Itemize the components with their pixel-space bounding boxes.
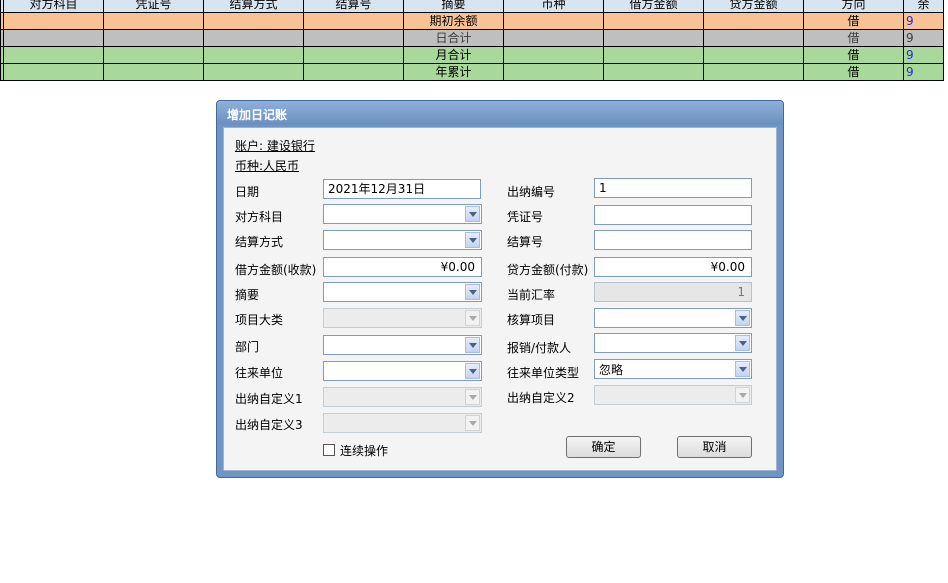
credit-amount-field[interactable]: ¥0.00 xyxy=(594,257,752,277)
payee-label: 报销/付款人 xyxy=(507,341,572,355)
date-field[interactable]: 2021年12月31日 xyxy=(323,179,481,199)
debit-label: 借方金额(收款) xyxy=(235,263,317,277)
chevron-down-icon[interactable] xyxy=(465,232,480,248)
dept-combo[interactable] xyxy=(323,335,482,355)
dept-label: 部门 xyxy=(235,340,260,354)
summary-label: 摘要 xyxy=(235,288,260,302)
row-summary: 日合计 xyxy=(403,29,504,47)
custom1-combo xyxy=(323,387,482,407)
settle-method-label: 结算方式 xyxy=(235,235,284,249)
payee-combo[interactable] xyxy=(594,333,752,353)
continuous-label: 连续操作 xyxy=(340,444,389,458)
dialog-body: 账户: 建设银行 币种:人民币 日期 2021年12月31日 对方科目 结算方式… xyxy=(223,127,777,471)
col-header: 方向 xyxy=(803,0,904,13)
summary-combo[interactable] xyxy=(323,282,482,302)
partner-label: 往来单位 xyxy=(235,366,284,380)
chevron-down-icon[interactable] xyxy=(465,337,480,353)
table-row[interactable]: 日合计 借 9 xyxy=(0,29,944,47)
custom3-combo xyxy=(323,413,482,433)
cashier-no-field[interactable]: 1 xyxy=(594,178,752,198)
voucher-no-field[interactable] xyxy=(594,205,752,225)
col-header: 摘要 xyxy=(403,0,504,13)
debit-amount-field[interactable]: ¥0.00 xyxy=(323,257,482,277)
col-header: 结算号 xyxy=(303,0,404,13)
row-direction: 借 xyxy=(803,29,904,47)
row-direction: 借 xyxy=(803,63,904,81)
custom2-label: 出纳自定义2 xyxy=(507,391,575,405)
rate-field: 1 xyxy=(594,282,752,302)
col-header: 对方科目 xyxy=(3,0,104,13)
col-header: 结算方式 xyxy=(203,0,304,13)
date-label: 日期 xyxy=(235,185,260,199)
accounting-item-combo[interactable] xyxy=(594,308,752,328)
continuous-checkbox[interactable] xyxy=(323,444,335,456)
col-header: 贷方金额 xyxy=(703,0,804,13)
col-header: 余 xyxy=(903,0,944,13)
table-row[interactable]: 月合计 借 9 xyxy=(0,46,944,64)
table-row[interactable]: 年累计 借 9 xyxy=(0,63,944,81)
row-summary: 期初余额 xyxy=(403,12,504,30)
chevron-down-icon xyxy=(465,389,480,405)
row-balance: 9 xyxy=(903,46,944,64)
custom3-label: 出纳自定义3 xyxy=(235,418,303,432)
counter-subject-label: 对方科目 xyxy=(235,210,284,224)
chevron-down-icon[interactable] xyxy=(465,284,480,300)
chevron-down-icon[interactable] xyxy=(735,361,750,377)
ledger-table: 对方科目 凭证号 结算方式 结算号 摘要 币种 借方金额 贷方金额 方向 余 期… xyxy=(0,0,944,81)
settle-method-combo[interactable] xyxy=(323,230,482,250)
col-header: 借方金额 xyxy=(603,0,704,13)
counter-subject-combo[interactable] xyxy=(323,204,482,224)
ok-button[interactable]: 确定 xyxy=(566,436,641,458)
rate-label: 当前汇率 xyxy=(507,288,556,302)
project-class-combo xyxy=(323,308,482,328)
chevron-down-icon xyxy=(465,310,480,326)
chevron-down-icon[interactable] xyxy=(735,310,750,326)
custom2-combo xyxy=(594,385,752,405)
row-summary: 年累计 xyxy=(403,63,504,81)
settle-no-field[interactable] xyxy=(594,230,752,250)
table-row[interactable]: 期初余额 借 9 xyxy=(0,12,944,30)
project-class-label: 项目大类 xyxy=(235,313,284,327)
partner-combo[interactable] xyxy=(323,361,482,381)
col-header: 币种 xyxy=(503,0,604,13)
row-balance: 9 xyxy=(903,12,944,30)
add-journal-dialog: 增加日记账 账户: 建设银行 币种:人民币 日期 2021年12月31日 对方科… xyxy=(216,100,784,478)
chevron-down-icon[interactable] xyxy=(735,335,750,351)
voucher-no-label: 凭证号 xyxy=(507,210,544,224)
chevron-down-icon[interactable] xyxy=(465,206,480,222)
cashier-no-label: 出纳编号 xyxy=(507,185,556,199)
account-label: 账户: 建设银行 xyxy=(235,139,315,153)
ledger-header-row: 对方科目 凭证号 结算方式 结算号 摘要 币种 借方金额 贷方金额 方向 余 xyxy=(0,0,944,13)
cancel-button[interactable]: 取消 xyxy=(677,436,752,458)
chevron-down-icon xyxy=(735,387,750,403)
chevron-down-icon xyxy=(465,415,480,431)
row-summary: 月合计 xyxy=(403,46,504,64)
custom1-label: 出纳自定义1 xyxy=(235,392,303,406)
row-balance: 9 xyxy=(903,63,944,81)
row-direction: 借 xyxy=(803,12,904,30)
chevron-down-icon[interactable] xyxy=(465,363,480,379)
dialog-titlebar[interactable]: 增加日记账 xyxy=(217,101,783,125)
col-header: 凭证号 xyxy=(103,0,204,13)
partner-type-value: 忽略 xyxy=(599,363,624,377)
row-direction: 借 xyxy=(803,46,904,64)
partner-type-combo[interactable]: 忽略 xyxy=(594,359,752,379)
accounting-item-label: 核算项目 xyxy=(507,313,556,327)
settle-no-label: 结算号 xyxy=(507,235,544,249)
row-balance: 9 xyxy=(903,29,944,47)
partner-type-label: 往来单位类型 xyxy=(507,366,580,380)
credit-label: 贷方金额(付款) xyxy=(507,263,589,277)
currency-label: 币种:人民币 xyxy=(235,159,300,173)
dialog-title: 增加日记账 xyxy=(227,108,288,122)
